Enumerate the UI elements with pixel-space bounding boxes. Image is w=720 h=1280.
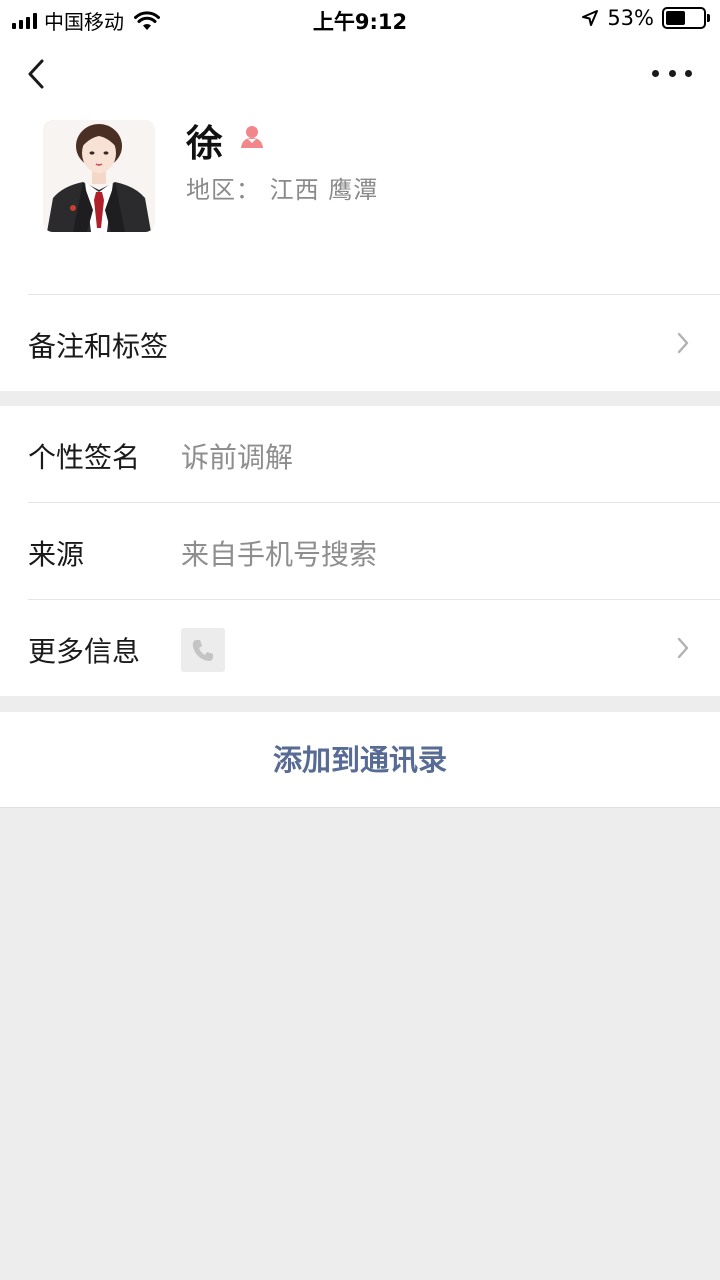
avatar[interactable] [43,120,155,232]
dot-icon [668,69,676,77]
status-bar: 中国移动 上午9:12 53% [0,0,720,38]
more-info-label: 更多信息 [28,635,141,668]
source-label: 来源 [28,538,85,571]
signature-value: 诉前调解 [181,441,294,474]
source-value: 来自手机号搜索 [181,538,378,571]
source-row: 来源 来自手机号搜索 [0,503,720,599]
contact-name: 徐 [186,122,223,165]
remarks-tags-row[interactable]: 备注和标签 [0,295,720,391]
back-button[interactable] [22,56,52,92]
info-card: 个性签名 诉前调解 来源 来自手机号搜索 更多信息 [0,406,720,696]
location-arrow-icon [582,10,599,26]
add-contact-card: 添加到通讯录 [0,712,720,808]
battery-icon [662,7,710,29]
profile-card: 徐 地区： 江西 鹰潭 备注和标签 [0,38,720,391]
dot-icon [652,69,659,77]
remarks-tags-label: 备注和标签 [28,330,169,363]
battery-fill [666,11,686,25]
region-text: 地区： 江西 鹰潭 [186,176,379,204]
chevron-right-icon [677,637,689,659]
more-options-button[interactable] [652,66,692,80]
more-info-row[interactable]: 更多信息 [0,600,720,696]
signature-row: 个性签名 诉前调解 [0,406,720,502]
add-to-contacts-button[interactable]: 添加到通讯录 [0,712,720,808]
signature-label: 个性签名 [28,441,141,474]
female-icon [241,126,263,148]
battery-percent: 53% [607,6,654,30]
dot-icon [685,69,692,77]
avatar-illustration [43,120,155,232]
phone-icon [181,628,225,672]
chevron-right-icon [677,332,689,354]
